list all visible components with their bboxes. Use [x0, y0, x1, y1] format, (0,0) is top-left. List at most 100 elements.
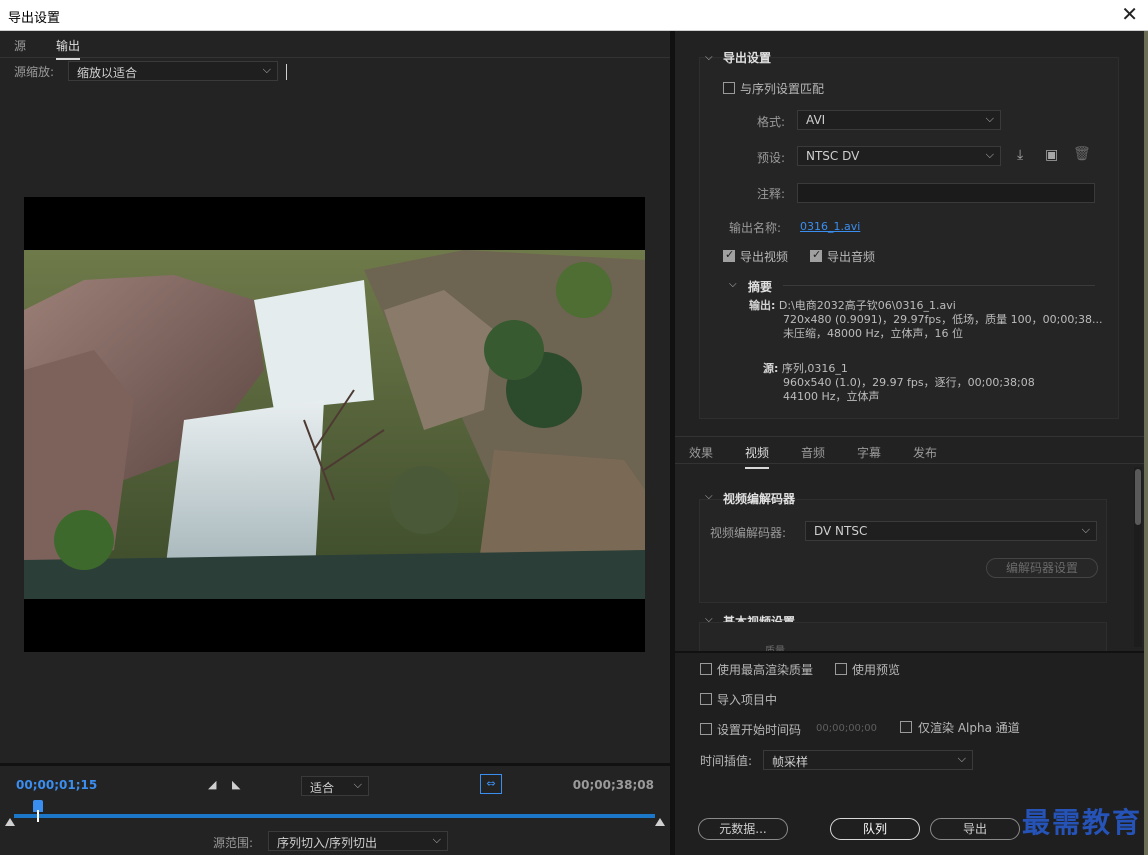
summary-output: 输出: D:\电商2032高子钦06\0316_1.avi [749, 299, 956, 313]
import-preset-icon[interactable]: ▣ [1045, 147, 1058, 163]
current-timecode[interactable]: 00;00;01;15 [16, 778, 97, 792]
max-render-quality-label: 使用最高渲染质量 [717, 663, 814, 677]
source-scale-label: 源缩放: [14, 65, 55, 79]
tab-video[interactable]: 视频 [745, 444, 770, 469]
time-interp-label: 时间插值: [700, 754, 753, 768]
settings-scrollbar[interactable] [1134, 467, 1142, 647]
chevron-down-icon: ⌵ [985, 148, 994, 161]
chevron-down-icon[interactable]: ⌵ [705, 52, 713, 63]
source-scale-value: 缩放以适合 [77, 66, 138, 80]
video-codec-value: DV NTSC [814, 524, 868, 538]
comments-label: 注释: [757, 187, 786, 201]
set-start-tc-checkbox[interactable] [700, 723, 712, 735]
summary-title: 摘要 [748, 280, 773, 294]
save-preset-icon[interactable]: ⤓ [1017, 147, 1023, 163]
output-name-link[interactable]: 0316_1.avi [800, 220, 860, 233]
render-alpha-label: 仅渲染 Alpha 通道 [918, 721, 1020, 735]
chevron-down-icon: ⌵ [432, 833, 441, 846]
summary-source: 源: 序列,0316_1 [763, 362, 848, 376]
metadata-button[interactable]: 元数据... [698, 818, 788, 840]
timeline: 00;00;01;15 ◢ ◣ 适合 ⌵ ⇔ 00;00;38;08 源范围: … [0, 763, 670, 855]
import-into-project-checkbox[interactable] [700, 693, 712, 705]
video-codec-title: 视频编解码器 [723, 492, 796, 506]
export-settings-title: 导出设置 [723, 51, 772, 65]
end-timecode: 00;00;38;08 [572, 778, 654, 792]
chevron-down-icon: ⌵ [957, 752, 966, 765]
out-point-marker[interactable] [655, 818, 665, 826]
export-video-label: 导出视频 [740, 250, 789, 264]
preset-value: NTSC DV [806, 149, 860, 163]
close-icon[interactable]: ✕ [1121, 4, 1138, 24]
comments-input[interactable] [797, 183, 1095, 203]
export-video-checkbox[interactable] [723, 248, 735, 262]
use-previews-checkbox[interactable] [835, 663, 847, 675]
watermark-logo: 最需教育 [1021, 806, 1142, 839]
scrollbar-thumb[interactable] [1135, 469, 1141, 525]
format-label: 格式: [757, 115, 786, 129]
video-frame-image [24, 250, 645, 599]
source-range-dropdown[interactable]: 序列切入/序列切出 ⌵ [268, 831, 448, 851]
source-output-tabs: 源 输出 [0, 31, 670, 60]
start-tc-value[interactable]: 00;00;00;00 [816, 723, 877, 734]
output-details: 720x480 (0.9091)，29.97fps，低场，质量 100，00;0… [783, 313, 1103, 326]
window-title: 导出设置 [8, 11, 61, 26]
export-audio-label: 导出音频 [827, 250, 876, 264]
export-button[interactable]: 导出 [930, 818, 1020, 840]
set-start-tc-label: 设置开始时间码 [717, 723, 802, 737]
export-audio-checkbox[interactable] [810, 248, 822, 262]
match-sequence-label: 与序列设置匹配 [740, 82, 825, 96]
format-dropdown[interactable]: AVI ⌵ [797, 110, 1001, 130]
video-codec-label: 视频编解码器: [710, 526, 787, 540]
in-point-marker[interactable] [5, 818, 15, 826]
chevron-down-icon: ⌵ [1081, 523, 1090, 536]
preset-dropdown[interactable]: NTSC DV ⌵ [797, 146, 1001, 166]
chevron-down-icon: ⌵ [985, 112, 994, 125]
export-settings-area: ⌵ 导出设置 与序列设置匹配 格式: AVI ⌵ 预设: NTSC DV ⌵ ⤓… [675, 31, 1145, 431]
preview-panel: 源 输出 源缩放: 缩放以适合 ⌵ 00;00;01;15 ◢ ◣ 适合 ⌵ ⇔… [0, 31, 670, 855]
source-details: 960x540 (1.0)，29.97 fps，逐行，00;00;38;08 [783, 376, 1035, 389]
mark-out-icon[interactable]: ◣ [232, 778, 240, 791]
chevron-down-icon: ⌵ [353, 778, 362, 791]
settings-tabs: 效果 视频 音频 字幕 发布 [675, 436, 1145, 469]
source-scale-dropdown[interactable]: 缩放以适合 ⌵ [68, 61, 278, 81]
timeline-track[interactable] [14, 814, 655, 818]
mark-in-icon[interactable]: ◢ [208, 778, 216, 791]
tab-publish[interactable]: 发布 [913, 444, 937, 461]
time-interp-value: 帧采样 [772, 755, 809, 769]
tab-source[interactable]: 源 [14, 37, 26, 54]
chevron-down-icon[interactable]: ⌵ [705, 491, 713, 502]
tab-output[interactable]: 输出 [56, 37, 81, 60]
use-previews-label: 使用预览 [852, 663, 901, 677]
source-audio: 44100 Hz，立体声 [783, 390, 880, 403]
output-name-label: 输出名称: [729, 221, 782, 235]
delete-preset-icon[interactable]: 🗑 [1073, 146, 1091, 162]
video-codec-section [699, 499, 1107, 603]
time-interp-dropdown[interactable]: 帧采样 ⌵ [763, 750, 973, 770]
video-preview [24, 197, 645, 652]
tab-captions[interactable]: 字幕 [857, 444, 881, 461]
output-path: D:\电商2032高子钦06\0316_1.avi [778, 299, 956, 312]
codec-settings-button[interactable]: 编解码器设置 [986, 558, 1098, 578]
summary-divider [783, 285, 1095, 286]
fit-value: 适合 [310, 781, 335, 795]
source-name: 序列,0316_1 [781, 362, 848, 375]
render-alpha-checkbox[interactable] [900, 721, 912, 733]
match-sequence-checkbox[interactable] [723, 82, 735, 94]
max-render-quality-checkbox[interactable] [700, 663, 712, 675]
tab-audio[interactable]: 音频 [801, 444, 825, 461]
background-edge [1144, 31, 1148, 855]
output-audio: 未压缩，48000 Hz，立体声，16 位 [783, 327, 964, 340]
fit-to-range-icon[interactable]: ⇔ [480, 774, 502, 794]
divider [286, 64, 287, 80]
queue-button[interactable]: 队列 [830, 818, 920, 840]
settings-panel: ⌵ 导出设置 与序列设置匹配 格式: AVI ⌵ 预设: NTSC DV ⌵ ⤓… [675, 31, 1148, 855]
source-label: 源: [763, 362, 779, 375]
chevron-down-icon: ⌵ [262, 63, 271, 76]
format-value: AVI [806, 113, 826, 127]
fit-dropdown[interactable]: 适合 ⌵ [301, 776, 369, 796]
tab-effects[interactable]: 效果 [689, 444, 713, 461]
video-codec-dropdown[interactable]: DV NTSC ⌵ [805, 521, 1097, 541]
playhead-line [37, 810, 39, 822]
source-range-value: 序列切入/序列切出 [277, 836, 378, 850]
chevron-down-icon[interactable]: ⌵ [729, 279, 737, 290]
